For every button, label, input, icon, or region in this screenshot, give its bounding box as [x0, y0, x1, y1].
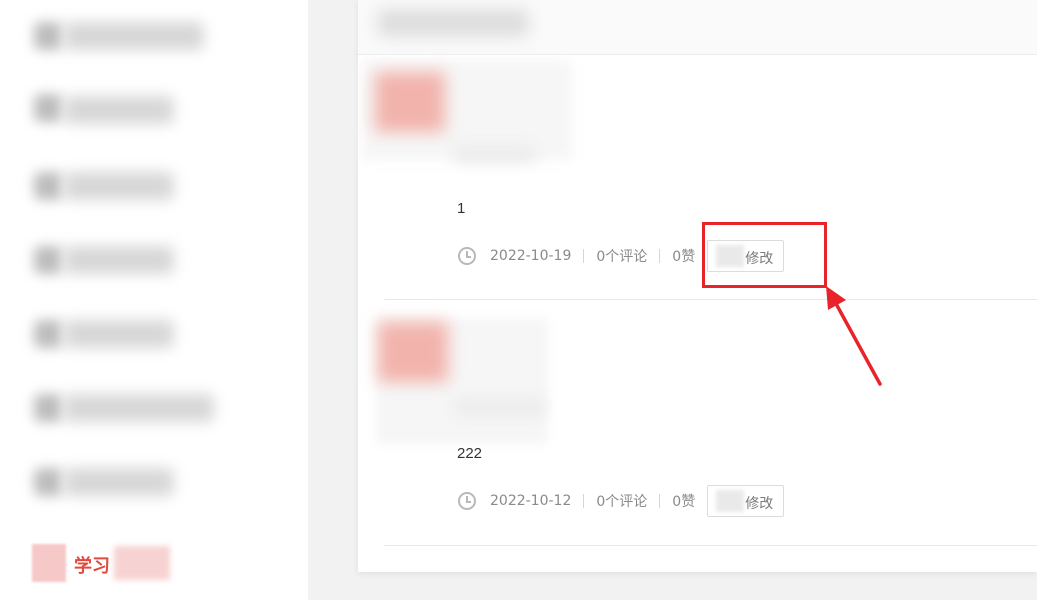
sidebar-item-label-blurred	[64, 320, 174, 348]
sidebar-item-icon	[34, 246, 62, 274]
sidebar-item-label-blurred	[64, 468, 174, 496]
clock-icon	[458, 492, 476, 510]
post-comments-link[interactable]: 0个评论	[596, 246, 647, 266]
edit-button-blurred-part	[716, 490, 745, 512]
sidebar: 学习	[0, 0, 308, 600]
clock-icon	[458, 247, 476, 265]
separator	[659, 249, 661, 263]
sidebar-active-icon	[32, 544, 66, 582]
avatar	[375, 72, 445, 132]
separator	[583, 494, 585, 508]
separator	[583, 249, 585, 263]
sidebar-item-icon	[34, 22, 62, 50]
post-content: 1	[457, 200, 466, 217]
sidebar-item-icon	[34, 94, 62, 122]
sidebar-item-label-blurred	[64, 22, 204, 50]
sidebar-item[interactable]	[24, 234, 214, 286]
sidebar-item[interactable]	[24, 10, 214, 62]
sidebar-item-active[interactable]: 学习	[32, 544, 172, 584]
post-comments-link[interactable]: 0个评论	[596, 491, 647, 511]
post-date: 2022-10-19	[490, 248, 572, 264]
sidebar-item-label-blurred	[64, 394, 214, 422]
post-author-info-blurred	[455, 145, 535, 163]
sidebar-item[interactable]	[24, 160, 214, 212]
arrow-icon	[826, 286, 882, 386]
sidebar-item-icon	[34, 320, 62, 348]
content-header	[358, 0, 1037, 55]
post-likes-link[interactable]: 0赞	[672, 491, 695, 511]
sidebar-item-label-blurred	[64, 246, 174, 274]
sidebar-active-label: 学习	[74, 556, 110, 577]
sidebar-active-label-blurred	[114, 546, 170, 580]
post-content: 222	[457, 445, 483, 462]
edit-button-label: 修改	[745, 496, 774, 512]
post-divider	[384, 299, 1037, 300]
sidebar-item[interactable]	[24, 308, 214, 360]
post-divider	[384, 545, 1037, 546]
post-likes-link[interactable]: 0赞	[672, 246, 695, 266]
sidebar-item-icon	[34, 172, 62, 200]
content-header-title-blurred	[378, 10, 528, 36]
post-meta-bar: 2022-10-12 0个评论 0赞 修改	[458, 484, 785, 518]
sidebar-item-icon	[34, 394, 62, 422]
avatar	[378, 322, 448, 382]
separator	[659, 494, 661, 508]
sidebar-item-label-blurred	[64, 172, 174, 200]
post-author-info-blurred	[455, 398, 545, 416]
sidebar-item[interactable]	[24, 82, 214, 134]
sidebar-item[interactable]	[24, 382, 214, 434]
sidebar-item-icon	[34, 468, 62, 496]
post-date: 2022-10-12	[490, 493, 572, 509]
highlight-box	[702, 222, 827, 288]
sidebar-item[interactable]	[24, 456, 214, 508]
sidebar-item-label-blurred	[64, 96, 174, 124]
edit-button[interactable]: 修改	[707, 485, 785, 517]
